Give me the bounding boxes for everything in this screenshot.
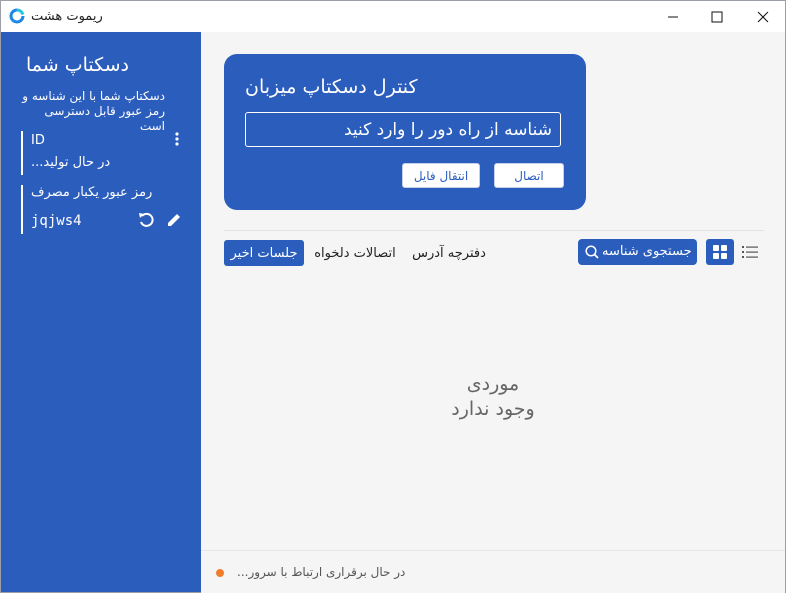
edit-password-icon[interactable] (165, 211, 183, 229)
minimize-icon (668, 16, 678, 17)
more-options-icon[interactable] (171, 131, 183, 147)
close-icon (757, 11, 769, 22)
search-icon (585, 245, 599, 259)
tab-recent-sessions[interactable]: جلسات اخیر (224, 240, 304, 266)
password-value: jqjws4 (31, 213, 82, 229)
remote-control-card: کنترل دسکتاپ میزبان انتقال فایل اتصال (224, 54, 586, 210)
close-button[interactable] (741, 1, 785, 32)
grid-view-button[interactable] (706, 239, 734, 265)
id-label: ID (31, 133, 45, 148)
file-transfer-button[interactable]: انتقال فایل (402, 163, 480, 188)
sidebar: دسکتاپ شما دسکتاپ شما با این شناسه و رمز… (1, 32, 201, 592)
id-value: در حال تولید... (31, 155, 111, 170)
title-bar: ریموت هشت (1, 1, 785, 32)
status-indicator (216, 569, 224, 577)
maximize-icon (711, 11, 723, 22)
minimize-button[interactable] (651, 1, 695, 32)
empty-state: موردی وجود ندارد (201, 372, 785, 422)
list-view-icon[interactable] (741, 243, 759, 261)
empty-line-2: وجود ندارد (451, 398, 535, 420)
main-panel: کنترل دسکتاپ میزبان انتقال فایل اتصال جل… (201, 32, 785, 593)
window-title: ریموت هشت (31, 9, 103, 24)
maximize-button[interactable] (695, 1, 739, 32)
tab-address-book[interactable]: دفترچه آدرس (409, 240, 489, 266)
search-label: جستجوی شناسه (602, 244, 692, 259)
password-label: رمز عبور یکبار مصرف (31, 185, 153, 200)
divider (224, 230, 764, 231)
tab-favorites[interactable]: اتصالات دلخواه (309, 240, 401, 266)
sidebar-description: دسکتاپ شما با این شناسه و رمز عبور قابل … (22, 89, 165, 133)
control-title: کنترل دسکتاپ میزبان (245, 76, 418, 98)
id-section: ID در حال تولید... (21, 131, 188, 175)
refresh-password-icon[interactable] (137, 211, 155, 229)
empty-line-1: موردی (466, 373, 520, 395)
remote-id-input[interactable] (245, 112, 561, 147)
sidebar-title: دسکتاپ شما (25, 54, 129, 76)
app-logo-icon (9, 8, 25, 24)
search-id-button[interactable]: جستجوی شناسه (578, 239, 697, 265)
status-bar: در حال برقراری ارتباط با سرور... (201, 550, 785, 593)
status-text: در حال برقراری ارتباط با سرور... (237, 565, 406, 579)
password-section: رمز عبور یکبار مصرف jqjws4 (21, 185, 188, 234)
app-window: ریموت هشت دسکتاپ شما دسکتاپ شما با این ش… (0, 0, 786, 593)
grid-view-icon (713, 245, 727, 259)
connect-button[interactable]: اتصال (494, 163, 564, 188)
